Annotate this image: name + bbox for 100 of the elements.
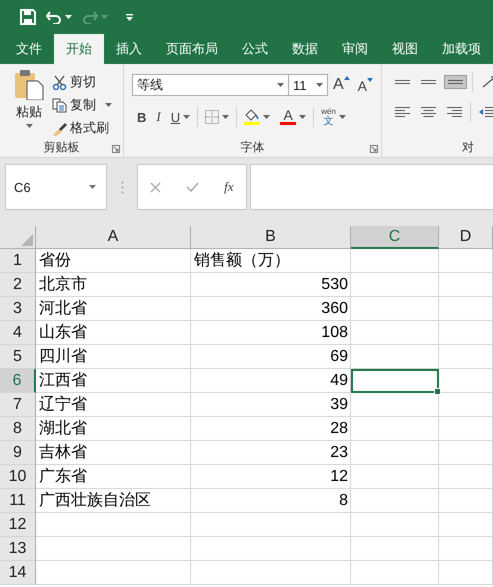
insert-function-button[interactable]: fx xyxy=(222,177,236,197)
row-header[interactable]: 9 xyxy=(0,441,36,465)
row-header[interactable]: 2 xyxy=(0,273,36,297)
check-icon xyxy=(186,182,200,192)
row-header[interactable]: 11 xyxy=(0,489,36,513)
phonetic-guide-button[interactable]: wén 文 xyxy=(318,106,349,128)
caret-icon xyxy=(277,83,284,87)
color-bar-icon xyxy=(280,122,296,125)
font-size-field[interactable]: 11 xyxy=(288,74,328,96)
caret-icon xyxy=(101,15,108,19)
group-label: 字体 xyxy=(240,139,264,156)
group-label: 剪贴板 xyxy=(44,139,80,156)
paste-button[interactable]: 粘贴 xyxy=(0,64,50,139)
grip-icon xyxy=(120,180,124,194)
italic-button[interactable]: I xyxy=(153,106,164,128)
font-name-field[interactable]: 等线 xyxy=(132,74,289,96)
ribbon-tab[interactable]: 数据 xyxy=(280,34,330,64)
customize-icon xyxy=(126,14,133,20)
row-header[interactable]: 14 xyxy=(0,561,36,585)
table-cell-text: 辽宁省 xyxy=(38,394,88,415)
caret-icon xyxy=(89,185,96,189)
copy-button[interactable]: 复制 xyxy=(50,95,114,115)
ribbon-tab[interactable]: 页面布局 xyxy=(154,34,230,64)
table-cell-text: 河北省 xyxy=(38,298,88,319)
copy-icon xyxy=(52,98,67,112)
ribbon-tab[interactable]: 审阅 xyxy=(330,34,380,64)
table-cell-text: 12 xyxy=(329,467,349,487)
font-color-button[interactable]: A xyxy=(277,106,310,128)
align-left-icon xyxy=(395,106,410,118)
select-all-icon xyxy=(21,234,33,246)
top-align-icon xyxy=(395,79,410,85)
align-right-icon xyxy=(447,106,462,118)
row-header[interactable]: 12 xyxy=(0,513,36,537)
group-label: 对 xyxy=(462,139,474,156)
column-header[interactable]: A xyxy=(36,226,191,249)
row-header[interactable]: 13 xyxy=(0,537,36,561)
grow-font-button[interactable]: A xyxy=(330,76,353,94)
ribbon-tab[interactable]: 加载项 xyxy=(430,34,493,64)
row-header[interactable]: 3 xyxy=(0,297,36,321)
table-cell-text: 23 xyxy=(329,443,349,463)
close-icon xyxy=(150,182,162,192)
clipboard-icon xyxy=(14,70,44,100)
redo-icon xyxy=(82,10,98,24)
formula-field[interactable] xyxy=(250,164,493,210)
table-cell-text: 69 xyxy=(329,347,349,367)
caret-icon xyxy=(316,83,323,87)
up-caret-icon xyxy=(344,76,350,80)
caret-icon xyxy=(338,115,346,119)
table-cell-text: 北京市 xyxy=(38,274,88,295)
undo-icon xyxy=(46,10,62,24)
table-cell-text: 湖北省 xyxy=(38,418,88,439)
shrink-font-button[interactable]: A xyxy=(354,76,376,94)
table-cell-text: 108 xyxy=(320,323,349,343)
middle-align-icon xyxy=(421,79,436,85)
cut-button[interactable]: 剪切 xyxy=(50,72,114,92)
dialog-launcher-icon[interactable] xyxy=(112,145,120,153)
bottom-align-button[interactable] xyxy=(444,75,467,89)
table-cell-text: 山东省 xyxy=(38,322,88,343)
down-caret-icon xyxy=(367,78,374,82)
bold-button[interactable]: B xyxy=(134,106,150,128)
ribbon-tab[interactable]: 开始 xyxy=(54,34,104,64)
active-cell[interactable] xyxy=(351,369,439,393)
row-header[interactable]: 1 xyxy=(0,249,36,273)
table-cell-text: 49 xyxy=(329,371,349,391)
row-header[interactable]: 6 xyxy=(0,369,36,393)
caret-icon xyxy=(65,15,72,19)
underline-button[interactable]: U xyxy=(168,106,194,128)
save-icon xyxy=(20,9,36,25)
table-cell-text: 销售额（万） xyxy=(193,250,291,271)
row-header[interactable]: 8 xyxy=(0,417,36,441)
table-cell-text: 省份 xyxy=(38,250,72,271)
caret-icon xyxy=(105,103,112,107)
table-cell-text: 广东省 xyxy=(38,466,88,487)
table-cell-text: 28 xyxy=(329,419,349,439)
table-cell-text: 530 xyxy=(320,275,349,295)
scissors-icon xyxy=(52,74,67,90)
column-header[interactable]: C xyxy=(351,226,439,249)
table-cell-text: 吉林省 xyxy=(38,442,88,463)
caret-icon xyxy=(26,124,32,128)
borders-icon xyxy=(205,110,220,124)
ribbon-tab[interactable]: 视图 xyxy=(380,34,430,64)
brush-icon xyxy=(52,120,67,136)
name-box[interactable]: C6 xyxy=(5,164,107,210)
row-header[interactable]: 10 xyxy=(0,465,36,489)
table-cell-text: 江西省 xyxy=(38,370,88,391)
table-cell-text: 广西壮族自治区 xyxy=(38,490,152,511)
ribbon-tab[interactable]: 插入 xyxy=(104,34,154,64)
row-header[interactable]: 4 xyxy=(0,321,36,345)
ribbon-tab[interactable]: 公式 xyxy=(230,34,280,64)
row-header[interactable]: 5 xyxy=(0,345,36,369)
caret-icon xyxy=(299,115,306,119)
ribbon-tab[interactable]: 文件 xyxy=(4,34,54,64)
dialog-launcher-icon[interactable] xyxy=(370,145,378,153)
column-header[interactable]: B xyxy=(191,226,351,249)
column-header[interactable]: D xyxy=(439,226,493,249)
paint-bucket-icon xyxy=(244,109,260,125)
bottom-align-icon xyxy=(448,79,463,85)
format-painter-button[interactable]: 格式刷 xyxy=(50,118,114,138)
center-icon xyxy=(421,106,436,118)
row-header[interactable]: 7 xyxy=(0,393,36,417)
